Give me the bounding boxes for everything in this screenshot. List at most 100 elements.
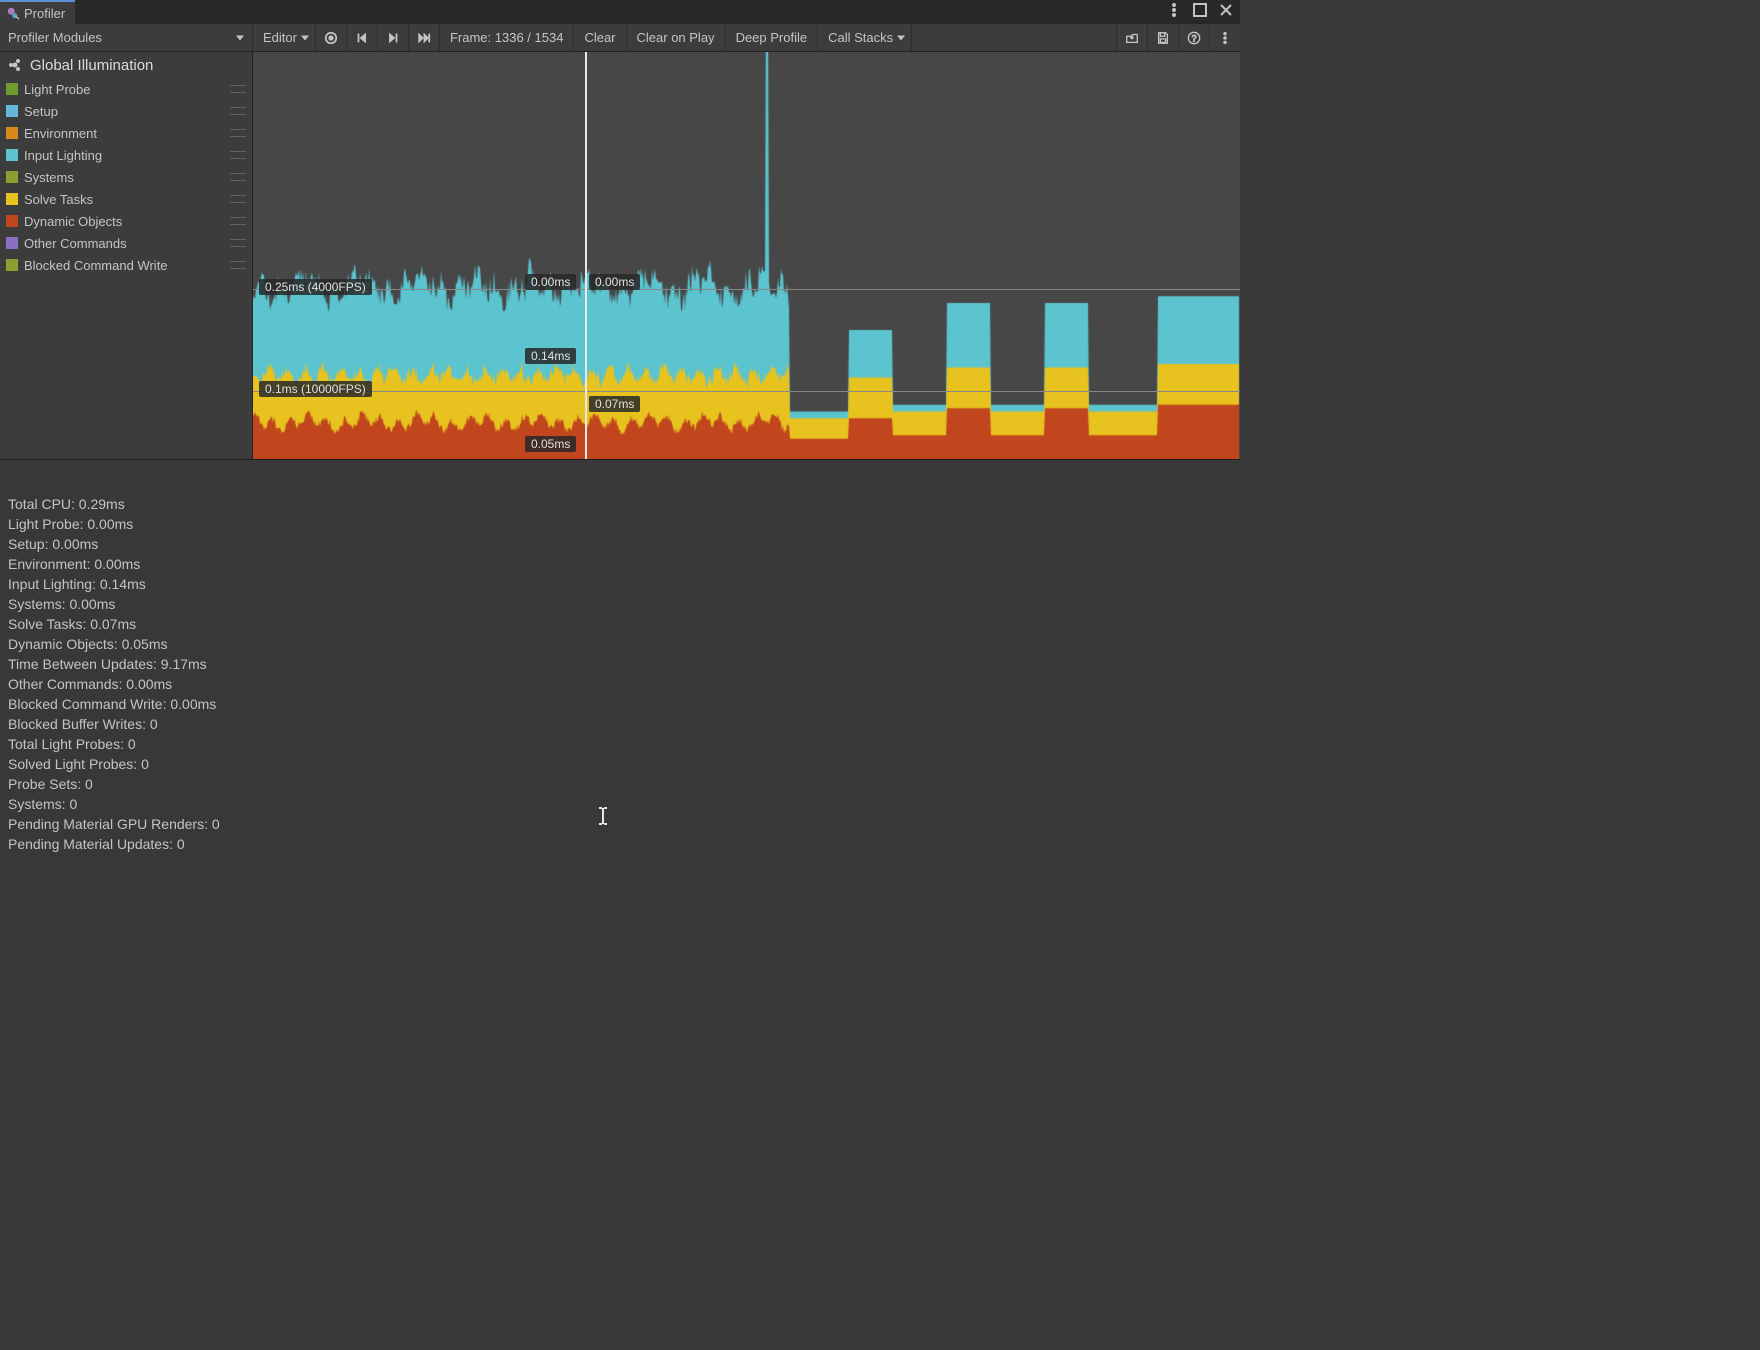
details-line: Dynamic Objects: 0.05ms — [8, 634, 1232, 654]
deep-profile-button[interactable]: Deep Profile — [726, 24, 819, 51]
target-label: Editor — [263, 30, 297, 45]
legend-swatch — [6, 127, 18, 139]
details-line: Systems: 0 — [8, 794, 1232, 814]
sidebar-item[interactable]: Other Commands — [0, 232, 252, 254]
chart-canvas-wrap[interactable]: 0.25ms (4000FPS) 0.1ms (10000FPS) 0.00ms 0.… — [253, 52, 1240, 459]
details-line: Pending Material GPU Renders: 0 — [8, 814, 1232, 834]
sidebar-item-label: Light Probe — [24, 82, 91, 97]
drag-handle-icon[interactable] — [230, 195, 246, 203]
sidebar-item[interactable]: Light Probe — [0, 78, 252, 100]
maximize-icon[interactable] — [1192, 2, 1208, 23]
save-button[interactable] — [1148, 24, 1179, 51]
tabbar-spacer — [75, 0, 1160, 24]
sidebar-item-label: Environment — [24, 126, 97, 141]
frame-prev-button[interactable] — [347, 24, 378, 51]
modules-label: Profiler Modules — [8, 30, 102, 45]
drag-handle-icon[interactable] — [230, 85, 246, 93]
sidebar-item-label: Blocked Command Write — [24, 258, 168, 273]
cursor-value-label: 0.14ms — [525, 348, 576, 364]
sidebar-item-label: Solve Tasks — [24, 192, 93, 207]
details-line: Probe Sets: 0 — [8, 774, 1232, 794]
details-line: Pending Material Updates: 0 — [8, 834, 1232, 854]
legend-swatch — [6, 171, 18, 183]
details-line: Input Lighting: 0.14ms — [8, 574, 1232, 594]
toolbar-spacer — [912, 24, 1117, 51]
drag-handle-icon[interactable] — [230, 107, 246, 115]
details-line: Time Between Updates: 9.17ms — [8, 654, 1232, 674]
load-button[interactable] — [1117, 24, 1148, 51]
profiler-icon — [6, 6, 20, 20]
details-line: Other Commands: 0.00ms — [8, 674, 1232, 694]
text-cursor-icon — [596, 806, 610, 831]
cursor-value-label: 0.00ms — [589, 274, 640, 290]
details-panel: Total CPU: 0.29msLight Probe: 0.00msSetu… — [0, 460, 1240, 953]
legend-swatch — [6, 105, 18, 117]
close-icon[interactable] — [1218, 2, 1234, 23]
module-title[interactable]: Global Illumination — [0, 52, 252, 78]
record-button[interactable] — [316, 24, 347, 51]
gridline-label: 0.25ms (4000FPS) — [259, 279, 372, 295]
help-button[interactable]: ? — [1179, 24, 1210, 51]
legend-swatch — [6, 237, 18, 249]
legend-swatch — [6, 215, 18, 227]
legend-swatch — [6, 83, 18, 95]
details-line: Light Probe: 0.00ms — [8, 514, 1232, 534]
details-line: Solved Light Probes: 0 — [8, 754, 1232, 774]
frame-next-button[interactable] — [378, 24, 409, 51]
tab-title: Profiler — [24, 6, 65, 21]
drag-handle-icon[interactable] — [230, 173, 246, 181]
kebab-menu-icon[interactable] — [1166, 2, 1182, 23]
cursor-value-label: 0.07ms — [589, 396, 640, 412]
target-dropdown[interactable]: Editor — [253, 24, 316, 51]
chart-canvas[interactable] — [253, 52, 1240, 459]
drag-handle-icon[interactable] — [230, 261, 246, 269]
cursor-value-label: 0.00ms — [525, 274, 576, 290]
sidebar-item[interactable]: Systems — [0, 166, 252, 188]
profiler-modules-dropdown[interactable]: Profiler Modules — [0, 24, 253, 51]
module-sidebar: Global Illumination Light Probe Setup Envi… — [0, 52, 253, 459]
details-line: Setup: 0.00ms — [8, 534, 1232, 554]
drag-handle-icon[interactable] — [230, 129, 246, 137]
details-line: Total CPU: 0.29ms — [8, 494, 1232, 514]
sidebar-item[interactable]: Environment — [0, 122, 252, 144]
chart-area: Global Illumination Light Probe Setup Envi… — [0, 52, 1240, 460]
sidebar-item-label: Systems — [24, 170, 74, 185]
module-title-text: Global Illumination — [30, 57, 153, 74]
context-menu-button[interactable] — [1210, 24, 1240, 51]
sidebar-item[interactable]: Input Lighting — [0, 144, 252, 166]
cursor-value-label: 0.05ms — [525, 436, 576, 452]
sidebar-item-label: Input Lighting — [24, 148, 102, 163]
sidebar-item-label: Setup — [24, 104, 58, 119]
details-line: Blocked Buffer Writes: 0 — [8, 714, 1232, 734]
legend-swatch — [6, 259, 18, 271]
frame-label: Frame: 1336 / 1534 — [450, 30, 563, 45]
legend-swatch — [6, 149, 18, 161]
clear-on-play-button[interactable]: Clear on Play — [627, 24, 726, 51]
frame-display: Frame: 1336 / 1534 — [440, 24, 574, 51]
sidebar-item[interactable]: Solve Tasks — [0, 188, 252, 210]
tab-profiler[interactable]: Profiler — [0, 0, 75, 24]
sidebar-item-label: Other Commands — [24, 236, 127, 251]
drag-handle-icon[interactable] — [230, 217, 246, 225]
svg-text:?: ? — [1192, 33, 1197, 43]
sidebar-item[interactable]: Setup — [0, 100, 252, 122]
details-line: Blocked Command Write: 0.00ms — [8, 694, 1232, 714]
frame-cursor[interactable] — [585, 52, 587, 459]
drag-handle-icon[interactable] — [230, 239, 246, 247]
titlebar: Profiler — [0, 0, 1240, 24]
legend-swatch — [6, 193, 18, 205]
sidebar-item[interactable]: Blocked Command Write — [0, 254, 252, 276]
sidebar-item[interactable]: Dynamic Objects — [0, 210, 252, 232]
clear-button[interactable]: Clear — [574, 24, 626, 51]
details-line: Total Light Probes: 0 — [8, 734, 1232, 754]
module-gear-icon — [6, 56, 24, 74]
drag-handle-icon[interactable] — [230, 151, 246, 159]
details-line: Environment: 0.00ms — [8, 554, 1232, 574]
toolbar: Profiler Modules Editor Frame: 1336 / 15… — [0, 24, 1240, 52]
gridline-label: 0.1ms (10000FPS) — [259, 381, 372, 397]
frame-current-button[interactable] — [409, 24, 440, 51]
details-line: Systems: 0.00ms — [8, 594, 1232, 614]
sidebar-item-label: Dynamic Objects — [24, 214, 122, 229]
call-stacks-dropdown[interactable]: Call Stacks — [818, 24, 912, 51]
details-line: Solve Tasks: 0.07ms — [8, 614, 1232, 634]
